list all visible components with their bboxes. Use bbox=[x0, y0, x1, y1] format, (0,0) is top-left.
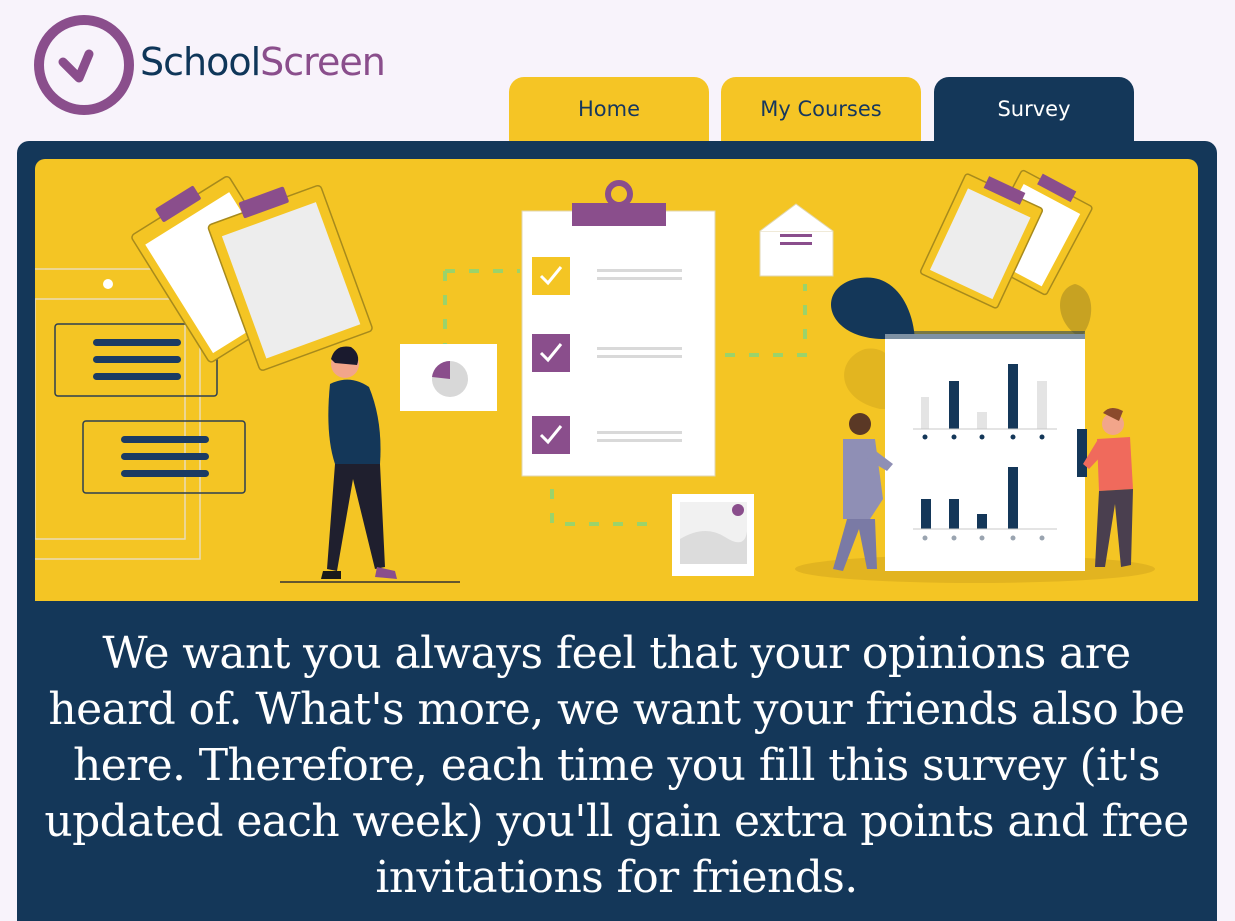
person-orange-shirt bbox=[1083, 407, 1133, 567]
survey-illustration bbox=[35, 169, 1155, 583]
clock-check-icon bbox=[34, 15, 134, 115]
tab-home[interactable]: Home bbox=[509, 77, 709, 141]
survey-message: We want you always feel that your opinio… bbox=[44, 628, 1189, 903]
tab-survey[interactable]: Survey bbox=[934, 77, 1134, 141]
brand-logo[interactable]: SchoolScreen bbox=[33, 14, 433, 116]
hero-banner bbox=[35, 159, 1198, 601]
form-card-2 bbox=[82, 420, 246, 494]
tab-my-courses[interactable]: My Courses bbox=[721, 77, 921, 141]
brand-name: SchoolScreen bbox=[140, 40, 386, 84]
person-grey-suit bbox=[833, 413, 893, 571]
